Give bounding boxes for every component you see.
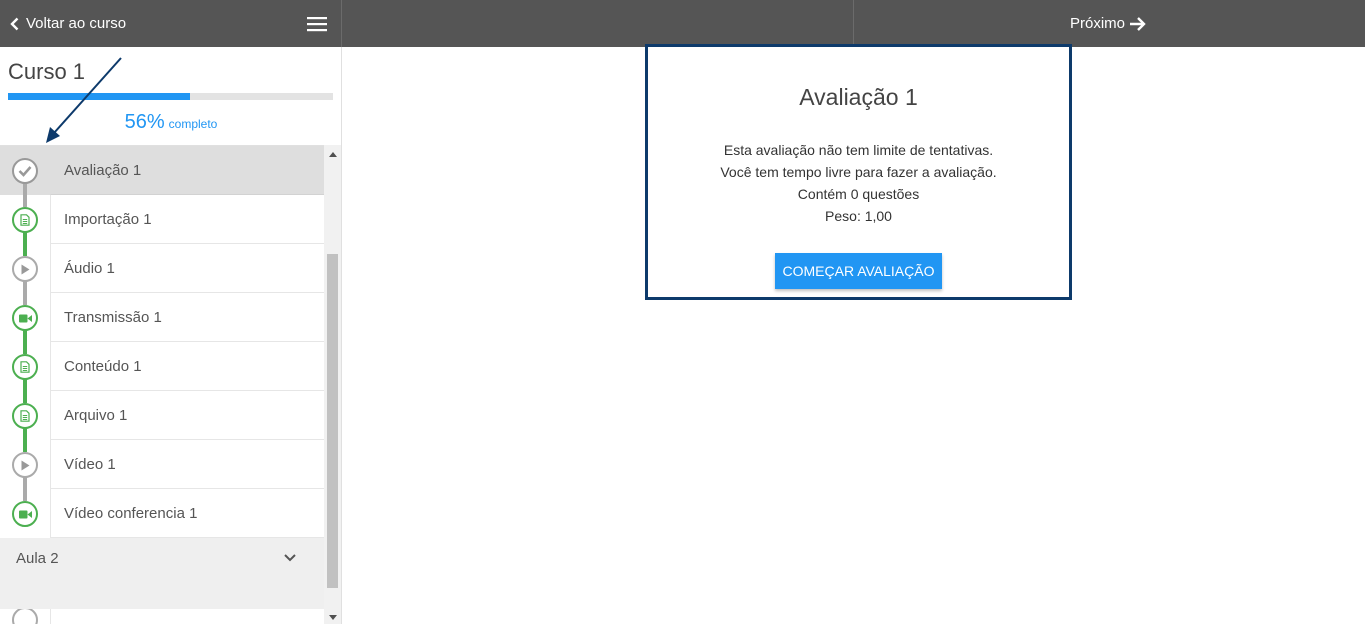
hamburger-menu-icon	[307, 16, 327, 31]
lesson-item[interactable]: Avaliação 1	[0, 146, 324, 195]
lesson-item[interactable]: Áudio 1	[0, 244, 324, 293]
scrollbar-thumb[interactable]	[327, 254, 338, 588]
top-bar-left: Voltar ao curso	[0, 0, 342, 47]
rail-line	[23, 428, 27, 440]
lesson-rail	[0, 489, 50, 538]
back-to-course-label: Voltar ao curso	[26, 15, 127, 32]
sidebar-scrollbar[interactable]	[324, 145, 341, 624]
lesson-item[interactable]: Transmissão 1	[0, 293, 324, 342]
assessment-card: Avaliação 1 Esta avaliação não tem limit…	[645, 44, 1072, 300]
lesson-list: Avaliação 1 Importação 1 Áudio 1 Transmissã…	[0, 145, 324, 624]
lesson-item[interactable]: Vídeo 1	[0, 440, 324, 489]
lesson-rail	[0, 293, 50, 342]
top-bar-middle	[342, 0, 854, 47]
rail-line	[23, 232, 27, 244]
check-icon	[12, 158, 38, 184]
lesson-rail	[0, 195, 50, 244]
assessment-details: Esta avaliação não tem limite de tentati…	[648, 139, 1069, 227]
course-title: Curso 1	[8, 59, 86, 84]
progress-bar-fill	[8, 93, 190, 100]
progress-percent: 56%	[124, 111, 165, 133]
lesson-item[interactable]: Conteúdo 1	[0, 342, 324, 391]
assessment-attempts-text: Esta avaliação não tem limite de tentati…	[723, 142, 994, 158]
play-icon	[12, 256, 38, 282]
top-bar-right: Próximo	[854, 0, 1365, 47]
document-icon	[12, 354, 38, 380]
rail-line	[23, 379, 27, 391]
rail-line	[23, 244, 27, 256]
document-icon	[12, 207, 38, 233]
assessment-time-text: Você tem tempo livre para fazer a avalia…	[720, 164, 997, 180]
lesson-item[interactable]: Importação 1	[0, 195, 324, 244]
status-circle-icon	[12, 609, 38, 624]
lesson-item-label: Conteúdo 1	[50, 342, 324, 391]
rail-line	[23, 489, 27, 501]
lesson-item-label: Avaliação 1	[50, 146, 324, 195]
assessment-weight-text: Peso: 1,00	[825, 208, 892, 224]
lesson-item[interactable]: Vídeo conferencia 1	[0, 489, 324, 538]
section-label: Aula 2	[16, 550, 59, 567]
video-camera-icon	[12, 501, 38, 527]
assessment-questions-text: Contém 0 questões	[797, 186, 920, 202]
back-to-course-button[interactable]: Voltar ao curso	[10, 15, 126, 32]
lesson-item-label: Vídeo 1	[50, 440, 324, 489]
rail-line	[23, 183, 27, 195]
progress-text: 56% completo	[0, 111, 342, 134]
lesson-rail	[0, 146, 50, 195]
rail-line	[23, 195, 27, 207]
lesson-item-label: Transmissão 1	[50, 293, 324, 342]
lesson-rail	[0, 342, 50, 391]
rail-line	[23, 293, 27, 305]
rail-line	[23, 440, 27, 452]
rail-line	[23, 281, 27, 293]
list-item-partial	[0, 609, 324, 624]
top-bar: Voltar ao curso Próximo	[0, 0, 1365, 47]
next-label: Próximo	[1070, 15, 1126, 32]
course-sidebar: Curso 1 56% completo Avaliação 1 Importaçã…	[0, 47, 342, 624]
chevron-down-icon[interactable]	[283, 550, 297, 568]
lesson-item-label: Vídeo conferencia 1	[50, 489, 324, 538]
video-camera-icon	[12, 305, 38, 331]
rail-line	[23, 342, 27, 354]
progress-complete-label: completo	[168, 117, 218, 131]
section-aula-2[interactable]: Aula 2	[0, 538, 324, 609]
arrow-right-icon	[1130, 16, 1146, 31]
rail-line	[23, 477, 27, 489]
lesson-item-label: Importação 1	[50, 195, 324, 244]
assessment-title: Avaliação 1	[799, 84, 918, 110]
document-icon	[12, 403, 38, 429]
chevron-left-icon	[10, 17, 19, 30]
lesson-rail	[0, 440, 50, 489]
play-icon	[12, 452, 38, 478]
lesson-rail	[0, 391, 50, 440]
progress-bar	[8, 93, 333, 100]
start-assessment-button[interactable]: COMEÇAR AVALIAÇÃO	[775, 253, 942, 289]
scroll-down-arrow-icon[interactable]	[324, 610, 341, 624]
rail-line	[23, 330, 27, 342]
scroll-up-arrow-icon[interactable]	[324, 147, 341, 161]
lesson-item-label: Arquivo 1	[50, 391, 324, 440]
menu-button[interactable]	[307, 16, 327, 32]
lesson-item[interactable]: Arquivo 1	[0, 391, 324, 440]
rail-line	[23, 391, 27, 403]
lesson-rail	[0, 244, 50, 293]
next-button[interactable]: Próximo	[1070, 15, 1147, 32]
lesson-item-label: Áudio 1	[50, 244, 324, 293]
